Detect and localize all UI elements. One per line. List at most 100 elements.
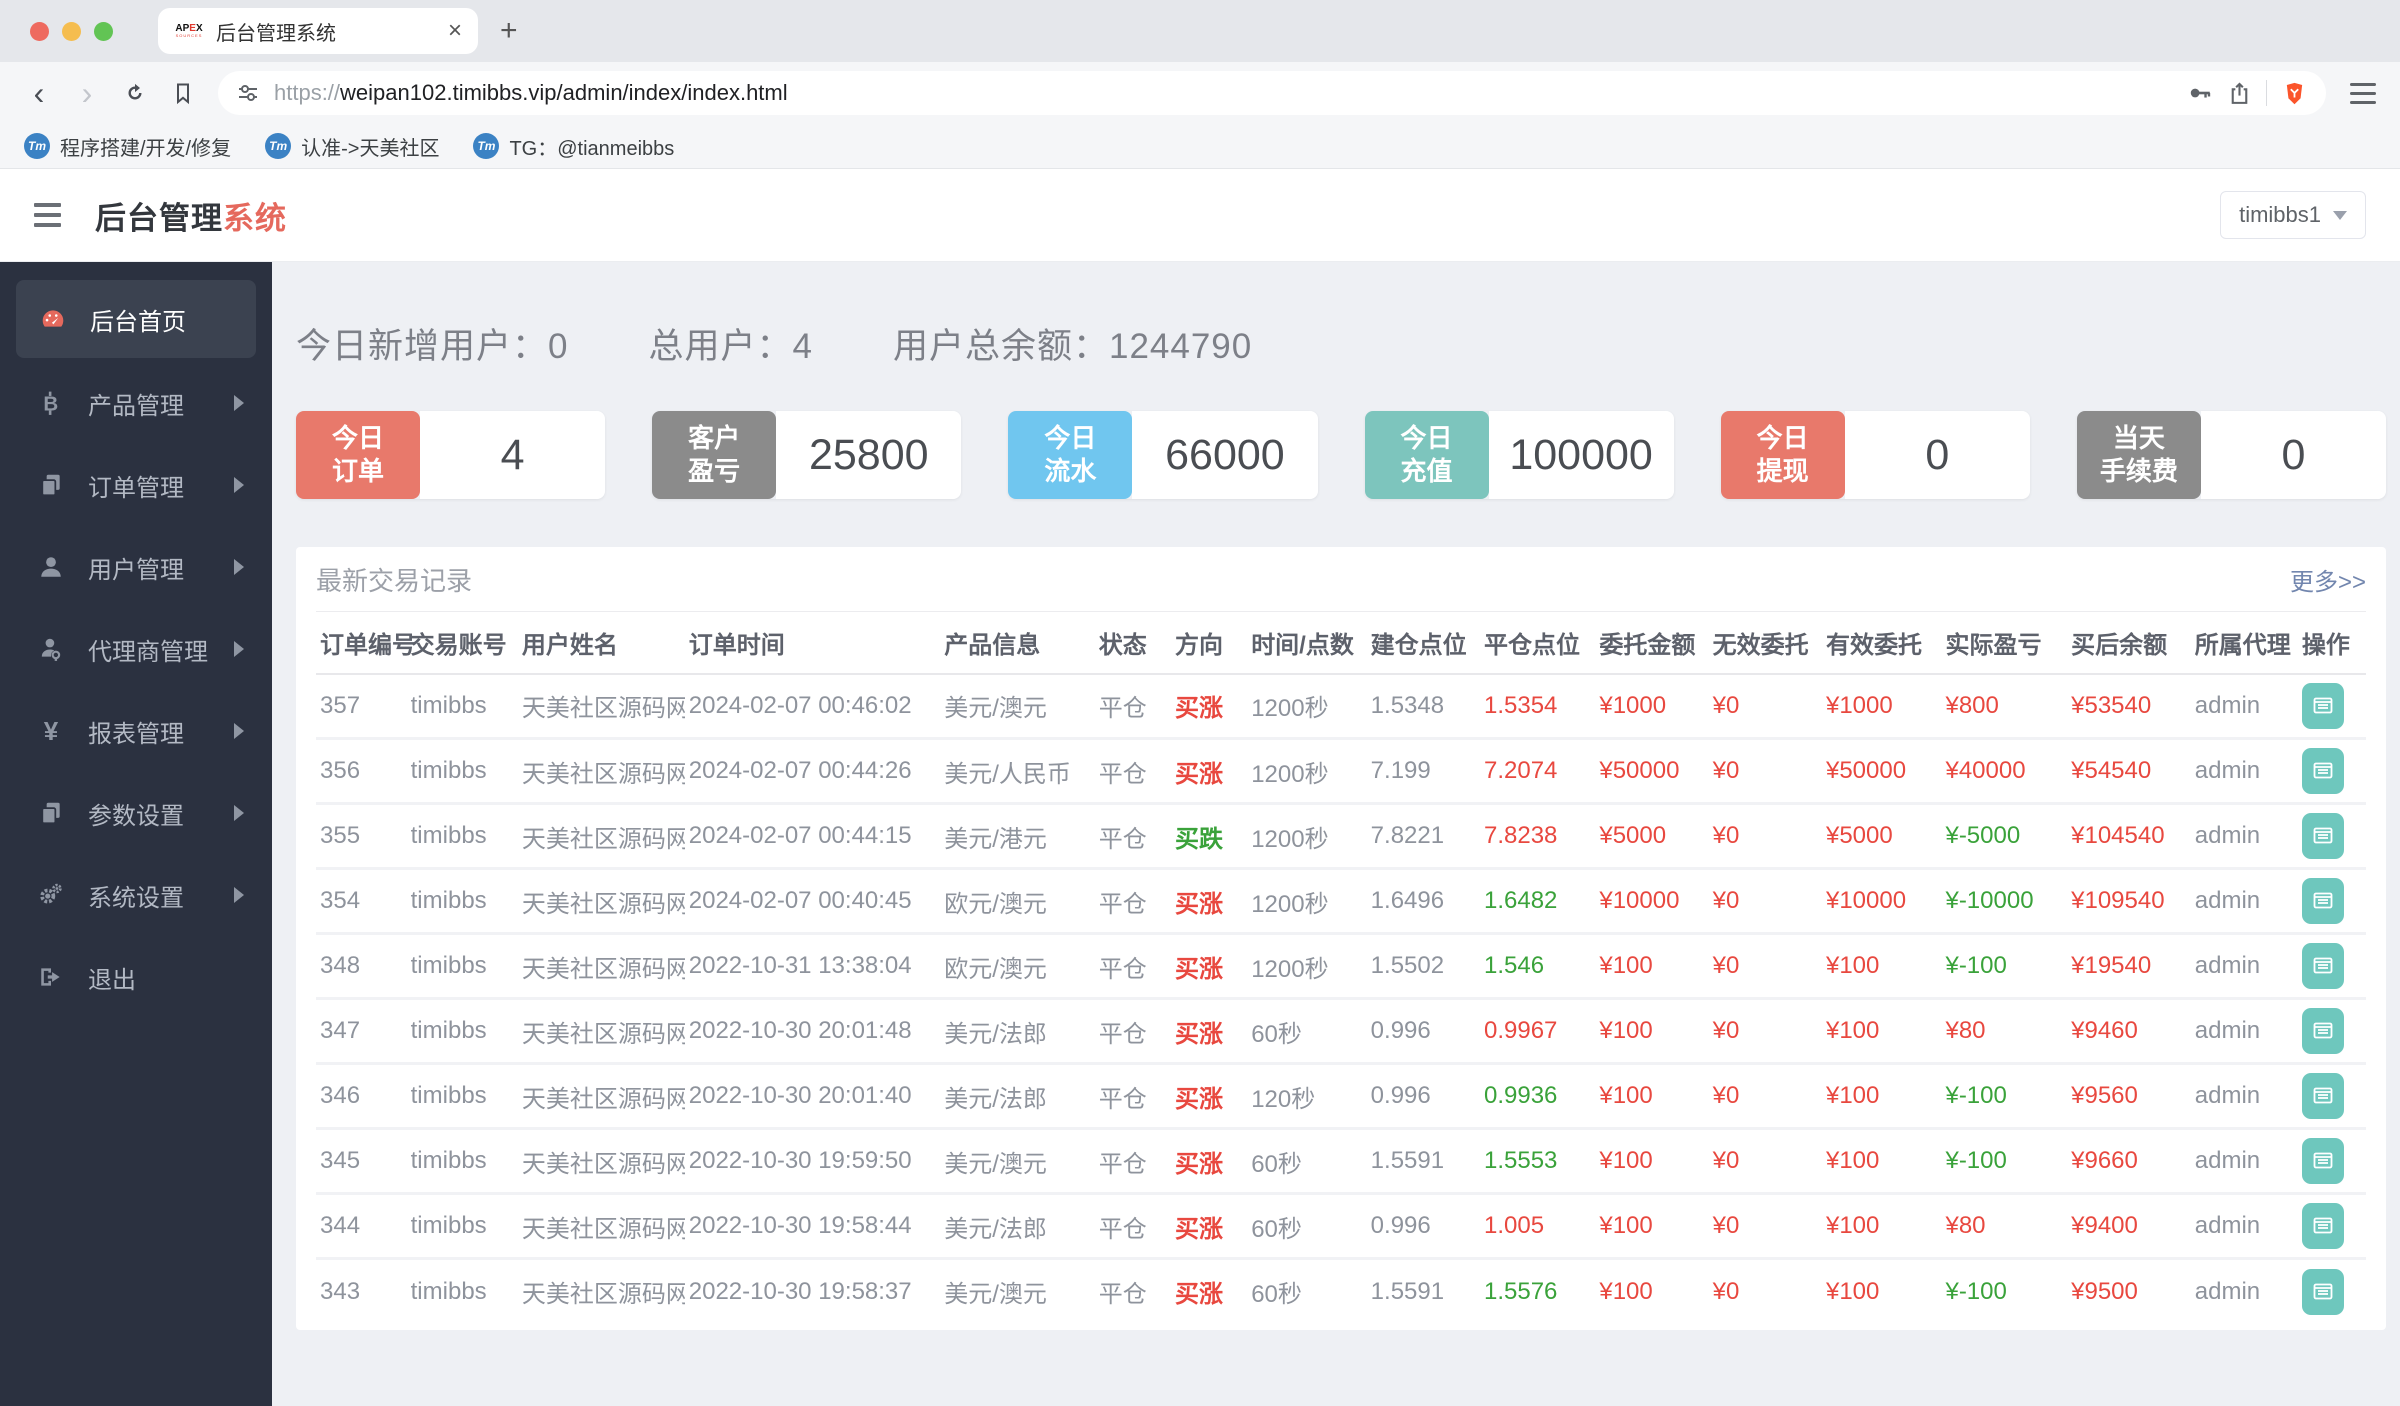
- cell-status: 平仓: [1094, 1063, 1171, 1130]
- cell-amount: ¥100: [1595, 1193, 1709, 1260]
- sidebar-item-products[interactable]: B 产品管理: [0, 362, 272, 444]
- cell-product: 美元/澳元: [940, 673, 1095, 740]
- sidebar-item-logout[interactable]: 退出: [0, 936, 272, 1018]
- cell-balance-after: ¥53540: [2067, 673, 2191, 740]
- cell-close-price: 7.2074: [1479, 738, 1596, 805]
- table-row: 357 timibbs 天美社区源码网 2024-02-07 00:46:02 …: [316, 673, 2366, 740]
- cell-order-id: 348: [316, 933, 407, 1000]
- order-detail-button[interactable]: [2301, 1268, 2344, 1315]
- forward-button[interactable]: ›: [66, 72, 108, 114]
- cell-product: 美元/法郎: [940, 998, 1095, 1065]
- cell-open-price: 1.6496: [1366, 868, 1480, 935]
- tab-close-icon[interactable]: ×: [448, 17, 462, 45]
- stat-total-balance: 用户总余额：1244790: [892, 327, 1253, 366]
- more-link[interactable]: 更多>>: [2290, 562, 2366, 597]
- url-bar[interactable]: https://weipan102.timibbs.vip/admin/inde…: [218, 71, 2326, 115]
- cell-order-id: 344: [316, 1193, 407, 1260]
- url-text[interactable]: https://weipan102.timibbs.vip/admin/inde…: [274, 80, 2173, 106]
- table-row: 345 timibbs 天美社区源码网 2022-10-30 19:59:50 …: [316, 1128, 2366, 1195]
- cell-agent: admin: [2190, 738, 2298, 805]
- browser-tab-strip: APEX SOURCES 后台管理系统 × +: [0, 0, 2400, 62]
- password-key-icon[interactable]: [2187, 80, 2213, 106]
- cell-invalid-amount: ¥0: [1708, 673, 1822, 740]
- minimize-window-button[interactable]: [62, 21, 81, 41]
- site-settings-icon[interactable]: [236, 81, 260, 105]
- share-icon[interactable]: [2227, 81, 2252, 106]
- close-window-button[interactable]: [30, 21, 49, 41]
- cell-agent: admin: [2190, 803, 2298, 870]
- new-tab-button[interactable]: +: [500, 14, 518, 48]
- cell-order-id: 356: [316, 738, 407, 805]
- reload-button[interactable]: [114, 72, 156, 114]
- order-detail-button[interactable]: [2301, 878, 2344, 924]
- table-row: 346 timibbs 天美社区源码网 2022-10-30 20:01:40 …: [316, 1063, 2366, 1130]
- cell-duration: 60秒: [1247, 1128, 1367, 1195]
- sidebar-item-users[interactable]: 用户管理: [0, 526, 272, 608]
- detail-list-icon: [2313, 1283, 2333, 1300]
- sidebar-item-system-settings[interactable]: 系统设置: [0, 854, 272, 936]
- cell-open-price: 0.996: [1366, 998, 1480, 1065]
- browser-menu-icon[interactable]: [2350, 82, 2376, 104]
- cell-agent: admin: [2190, 1193, 2298, 1260]
- order-detail-button[interactable]: [2301, 813, 2344, 859]
- params-icon: [38, 800, 64, 826]
- bookmark-item[interactable]: Tm TG：@tianmeibbs: [473, 132, 674, 161]
- order-detail-button[interactable]: [2301, 682, 2344, 729]
- cell-open-price: 7.199: [1366, 738, 1480, 805]
- cell-action: [2297, 998, 2366, 1065]
- cell-direction: 买涨: [1170, 673, 1248, 740]
- sidebar-item-agents[interactable]: 代理商管理: [0, 608, 272, 690]
- bookmark-item[interactable]: Tm 程序搭建/开发/修复: [24, 132, 231, 161]
- cell-valid-amount: ¥100: [1821, 933, 1942, 1000]
- order-detail-button[interactable]: [2301, 748, 2344, 794]
- chevron-right-icon: [234, 641, 244, 657]
- column-header: 买后余额: [2067, 611, 2191, 675]
- zoom-window-button[interactable]: [94, 21, 113, 41]
- cell-close-price: 1.005: [1479, 1193, 1596, 1260]
- sidebar-item-parameters[interactable]: 参数设置: [0, 772, 272, 854]
- username: timibbs1: [2239, 202, 2321, 227]
- order-detail-button[interactable]: [2301, 943, 2344, 989]
- cell-close-price: 1.5576: [1483, 1277, 1558, 1305]
- cell-invalid-amount: ¥0: [1712, 1277, 1740, 1305]
- cell-profit: ¥-100: [1945, 1277, 2007, 1305]
- table-row: 354 timibbs 天美社区源码网 2024-02-07 00:40:45 …: [316, 868, 2366, 935]
- chevron-right-icon: [234, 477, 244, 493]
- order-detail-button[interactable]: [2301, 1073, 2344, 1119]
- page-title: 后台管理系统: [95, 200, 287, 236]
- cell-account: timibbs: [406, 738, 518, 805]
- order-detail-button[interactable]: [2301, 1203, 2344, 1249]
- column-header: 所属代理: [2190, 611, 2298, 675]
- cell-balance-after: ¥9660: [2067, 1128, 2191, 1195]
- cell-duration: 60秒: [1247, 1193, 1367, 1260]
- cell-action: [2297, 803, 2366, 870]
- cell-action: [2297, 1063, 2366, 1130]
- detail-list-icon: [2313, 1022, 2333, 1039]
- column-header: 无效委托: [1708, 611, 1822, 675]
- cell-order-time: 2022-10-31 13:38:04: [684, 933, 941, 1000]
- cell-valid-amount: ¥10000: [1821, 868, 1942, 935]
- sidebar-item-orders[interactable]: 订单管理: [0, 444, 272, 526]
- order-detail-button[interactable]: [2301, 1008, 2344, 1054]
- sidebar-toggle-icon[interactable]: [34, 203, 61, 227]
- order-detail-button[interactable]: [2301, 1138, 2344, 1184]
- cell-profit: ¥-10000: [1941, 868, 2068, 935]
- cell-order-time: 2022-10-30 19:58:44: [684, 1193, 941, 1260]
- browser-tab[interactable]: APEX SOURCES 后台管理系统 ×: [158, 8, 478, 54]
- stat-new-users: 今日新增用户：0: [296, 327, 569, 366]
- card-value: 25800: [776, 411, 962, 499]
- column-header: 方向: [1170, 611, 1248, 675]
- cell-order-time: 2022-10-30 19:58:37: [688, 1277, 912, 1305]
- bookmark-page-icon[interactable]: [162, 72, 204, 114]
- cell-direction: 买涨: [1170, 868, 1248, 935]
- sidebar-item-dashboard[interactable]: 后台首页: [16, 280, 256, 358]
- cell-duration: 60秒: [1251, 1281, 1302, 1309]
- user-dropdown[interactable]: timibbs1: [2220, 191, 2366, 239]
- sidebar-item-reports[interactable]: ¥ 报表管理: [0, 690, 272, 772]
- latest-trades-panel: 最新交易记录 更多>> 订单编号 交易账号 用户姓名 订单时间 产品信息 状态 方向 时间/点…: [296, 547, 2386, 1330]
- cell-account: timibbs: [406, 803, 518, 870]
- brave-shield-icon[interactable]: [2281, 80, 2308, 107]
- stat-total-users: 总用户：4: [648, 327, 813, 366]
- back-button[interactable]: ‹: [18, 72, 60, 114]
- bookmark-item[interactable]: Tm 认准->天美社区: [265, 132, 439, 161]
